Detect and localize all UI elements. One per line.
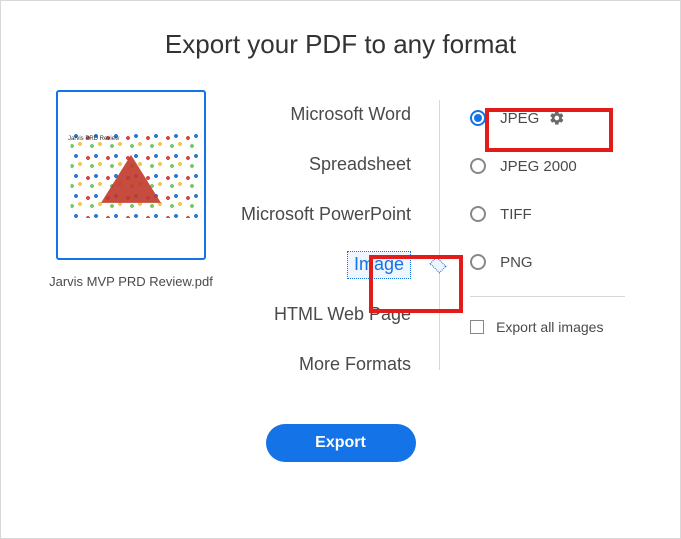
format-image-label: Image [347, 251, 411, 279]
radio-tiff[interactable] [470, 206, 486, 222]
format-html[interactable]: HTML Web Page [241, 290, 411, 340]
radio-jpeg2000[interactable] [470, 158, 486, 174]
export-all-label: Export all images [496, 319, 603, 335]
horizontal-divider [470, 296, 625, 297]
format-list: Microsoft Word Spreadsheet Microsoft Pow… [241, 90, 439, 390]
gear-icon[interactable] [549, 110, 565, 126]
export-all-checkbox[interactable] [470, 320, 484, 334]
image-type-jpeg2000[interactable]: JPEG 2000 [470, 142, 625, 190]
export-all-images-row[interactable]: Export all images [470, 319, 625, 335]
jpeg2000-label: JPEG 2000 [500, 158, 577, 175]
filename-label: Jarvis MVP PRD Review.pdf [31, 274, 231, 289]
image-types-panel: JPEG JPEG 2000 TIFF PNG Export all image [440, 90, 625, 390]
format-word[interactable]: Microsoft Word [241, 90, 411, 140]
radio-jpeg[interactable] [470, 110, 486, 126]
format-more-label: More Formats [299, 354, 411, 376]
formats-column: Microsoft Word Spreadsheet Microsoft Pow… [231, 90, 650, 390]
export-button[interactable]: Export [266, 424, 416, 462]
format-html-label: HTML Web Page [274, 304, 411, 326]
format-more[interactable]: More Formats [241, 340, 411, 390]
page-title: Export your PDF to any format [1, 1, 680, 90]
tiff-label: TIFF [500, 206, 532, 223]
jpeg-label: JPEG [500, 110, 539, 127]
format-powerpoint-label: Microsoft PowerPoint [241, 204, 411, 226]
format-word-label: Microsoft Word [290, 104, 411, 126]
png-label: PNG [500, 254, 533, 271]
format-image[interactable]: Image [241, 240, 411, 290]
image-type-tiff[interactable]: TIFF [470, 190, 625, 238]
radio-png[interactable] [470, 254, 486, 270]
image-type-jpeg[interactable]: JPEG [470, 94, 625, 142]
format-powerpoint[interactable]: Microsoft PowerPoint [241, 190, 411, 240]
preview-column: Jarvis PRD Review Jarvis MVP PRD Review.… [31, 90, 231, 390]
image-type-png[interactable]: PNG [470, 238, 625, 286]
file-thumbnail[interactable]: Jarvis PRD Review [56, 90, 206, 260]
format-spreadsheet[interactable]: Spreadsheet [241, 140, 411, 190]
thumbnail-caption: Jarvis PRD Review [68, 136, 119, 142]
thumbnail-logo-icon [101, 155, 161, 203]
format-spreadsheet-label: Spreadsheet [309, 154, 411, 176]
content-area: Jarvis PRD Review Jarvis MVP PRD Review.… [1, 90, 680, 390]
